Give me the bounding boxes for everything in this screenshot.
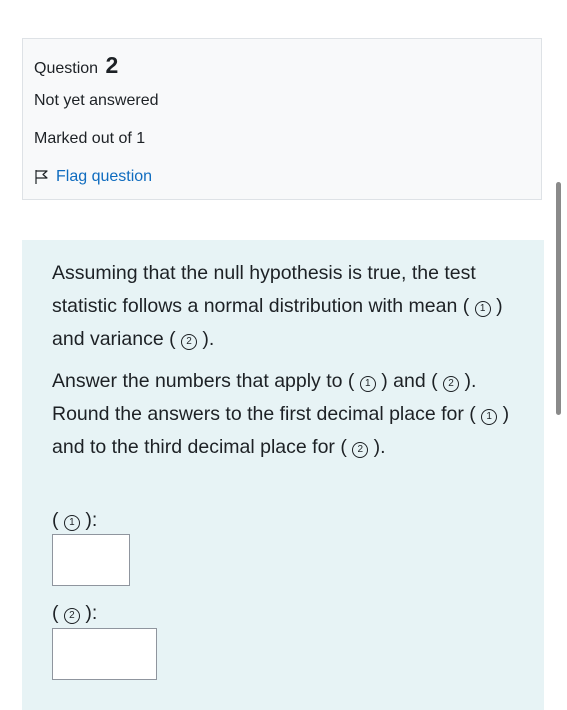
flag-question-link[interactable]: Flag question (34, 168, 152, 186)
question-paragraph-3: Round the answers to the first decimal p… (52, 403, 510, 458)
circled-number-2: 2 (443, 376, 460, 392)
question-paragraph-2: Answer the numbers that apply to ( 1 ) a… (52, 370, 477, 392)
circled-number-1: 1 (359, 376, 376, 392)
circled-number-1: 1 (474, 301, 491, 317)
question-paragraph-1: Assuming that the null hypothesis is tru… (52, 262, 503, 350)
scrollbar[interactable] (556, 182, 561, 415)
question-info-panel: Question 2 Not yet answered Marked out o… (22, 38, 542, 200)
circled-number-2: 2 (63, 608, 80, 624)
circled-number-1: 1 (481, 409, 498, 425)
question-text: Assuming that the null hypothesis is tru… (52, 257, 522, 464)
flag-question-label: Flag question (56, 168, 153, 185)
answer-1-input[interactable] (52, 534, 130, 586)
question-number-heading: Question 2 (34, 51, 118, 83)
answer-2-label: ( 2 ): (52, 602, 98, 624)
question-number: 2 (105, 52, 119, 78)
question-formulation: Assuming that the null hypothesis is tru… (22, 240, 544, 710)
question-grade: Marked out of 1 (34, 130, 146, 147)
circled-number-2: 2 (181, 334, 197, 350)
question-label: Question (34, 60, 99, 77)
answer-2-input[interactable] (52, 628, 157, 680)
answer-1-label: ( 1 ): (52, 509, 98, 531)
circled-number-1: 1 (63, 515, 80, 531)
question-state: Not yet answered (34, 92, 159, 109)
circled-number-2: 2 (352, 442, 369, 458)
flag-icon (35, 170, 48, 184)
